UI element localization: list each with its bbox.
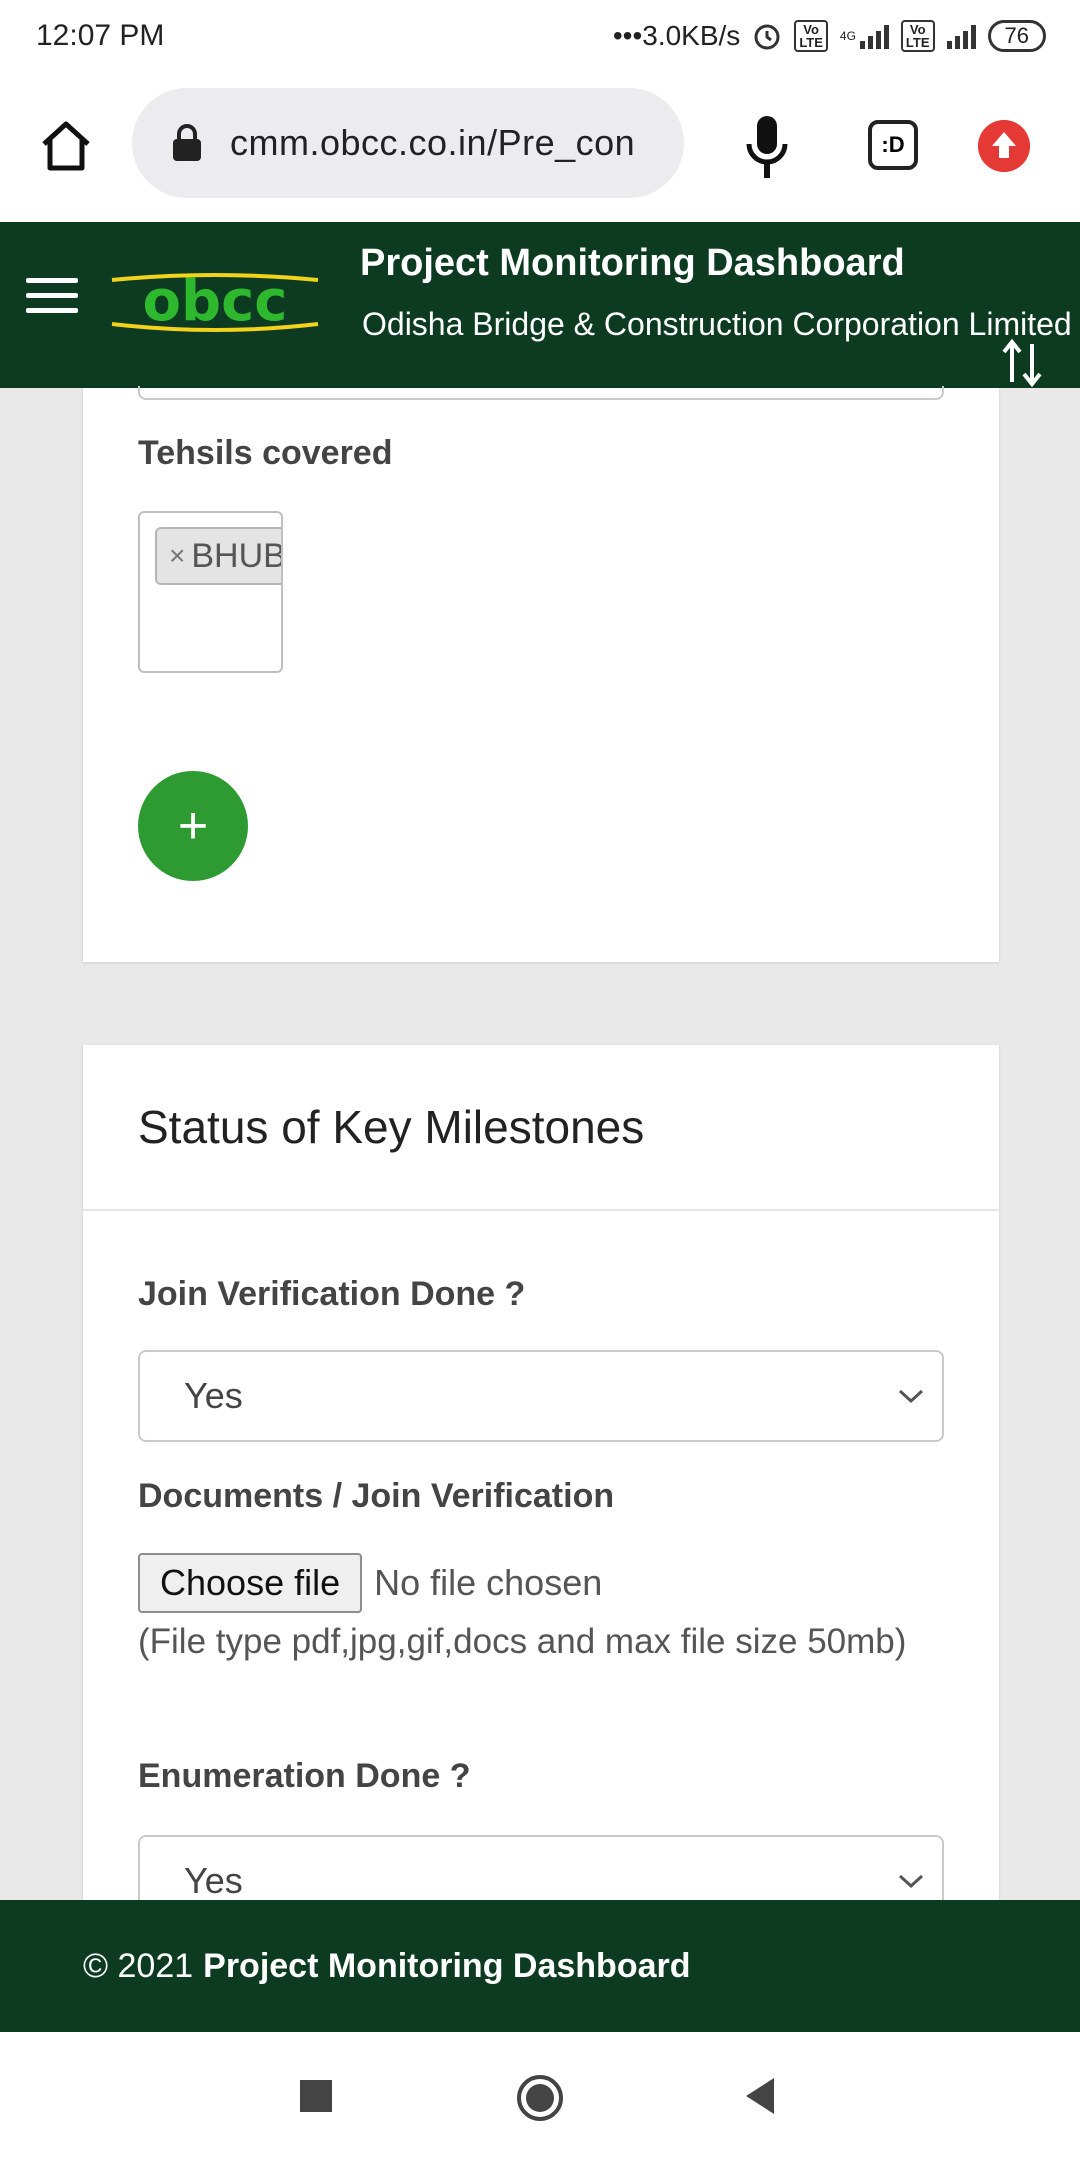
update-arrow-icon[interactable]	[978, 120, 1030, 172]
signal-type-label: 4G	[839, 29, 856, 43]
browser-toolbar: cmm.obcc.co.in/Pre_con :D	[0, 72, 1080, 222]
signal-icon-2	[946, 23, 976, 49]
data-transfer-icon	[1002, 338, 1042, 388]
home-circle-icon[interactable]	[516, 2074, 564, 2122]
network-speed: •••3.0KB/s	[612, 20, 741, 51]
volte-icon: Vo LTE	[794, 20, 828, 52]
clock: 12:07 PM	[36, 19, 165, 52]
header-title: Project Monitoring Dashboard	[360, 242, 905, 284]
obcc-logo: obcc	[111, 269, 319, 334]
tehsils-label: Tehsils covered	[138, 434, 393, 472]
chevron-down-icon	[898, 1874, 924, 1889]
tehsils-card: Tehsils covered × BHUB +	[83, 386, 999, 962]
header-subtitle: Odisha Bridge & Construction Corporation…	[362, 306, 1072, 342]
svg-text:obcc: obcc	[143, 269, 288, 334]
choose-file-button[interactable]: Choose file	[138, 1553, 363, 1613]
enumeration-label: Enumeration Done ?	[138, 1757, 471, 1795]
file-status: No file chosen	[374, 1562, 603, 1603]
status-icons: •••3.0KB/s Vo LTE 4G Vo LTE 76	[613, 20, 1046, 52]
menu-icon[interactable]	[26, 278, 78, 318]
tab-switcher-button[interactable]: :D	[868, 120, 918, 170]
footer-copyright: © 2021	[83, 1946, 194, 1985]
previous-field-edge	[138, 386, 944, 400]
recents-icon[interactable]	[300, 2080, 332, 2112]
file-upload: Choose file No file chosen	[138, 1553, 602, 1613]
lock-icon	[173, 124, 201, 161]
join-verification-value: Yes	[184, 1375, 243, 1416]
screen: 12:07 PM •••3.0KB/s Vo LTE 4G Vo LTE 76 cm…	[0, 0, 1080, 2160]
volte-icon-2: Vo LTE	[900, 20, 935, 52]
alarm-icon	[754, 24, 780, 50]
enumeration-value: Yes	[184, 1860, 243, 1901]
footer-brand: Project Monitoring Dashboard	[203, 1946, 691, 1985]
milestones-title: Status of Key Milestones	[138, 1101, 645, 1153]
page-footer: © 2021 Project Monitoring Dashboard	[0, 1900, 1080, 2032]
milestones-card: Status of Key Milestones Join Verificati…	[83, 1045, 999, 1927]
join-verification-select[interactable]: Yes	[138, 1350, 944, 1442]
tehsils-multiselect[interactable]: × BHUB	[138, 511, 283, 673]
tehsil-chip[interactable]: × BHUB	[155, 527, 283, 585]
home-icon[interactable]	[36, 116, 96, 176]
file-hint: (File type pdf,jpg,gif,docs and max file…	[138, 1622, 907, 1661]
add-button[interactable]: +	[138, 771, 248, 881]
url-text: cmm.obcc.co.in/Pre_con	[230, 122, 636, 163]
signal-icon	[859, 23, 889, 49]
documents-label: Documents / Join Verification	[138, 1477, 615, 1515]
chevron-down-icon	[898, 1389, 924, 1404]
app-header: obcc Project Monitoring Dashboard Odisha…	[0, 222, 1080, 388]
battery-icon: 76	[987, 20, 1046, 52]
chip-remove-icon[interactable]: ×	[169, 540, 185, 572]
join-verification-label: Join Verification Done ?	[138, 1275, 526, 1313]
address-bar[interactable]: cmm.obcc.co.in/Pre_con	[132, 88, 684, 198]
divider	[83, 1209, 999, 1211]
chip-label: BHUB	[191, 536, 283, 575]
status-bar: 12:07 PM •••3.0KB/s Vo LTE 4G Vo LTE 76	[0, 0, 1080, 72]
back-icon[interactable]	[744, 2076, 776, 2116]
microphone-icon[interactable]	[742, 112, 792, 182]
system-nav-bar	[0, 2032, 1080, 2160]
